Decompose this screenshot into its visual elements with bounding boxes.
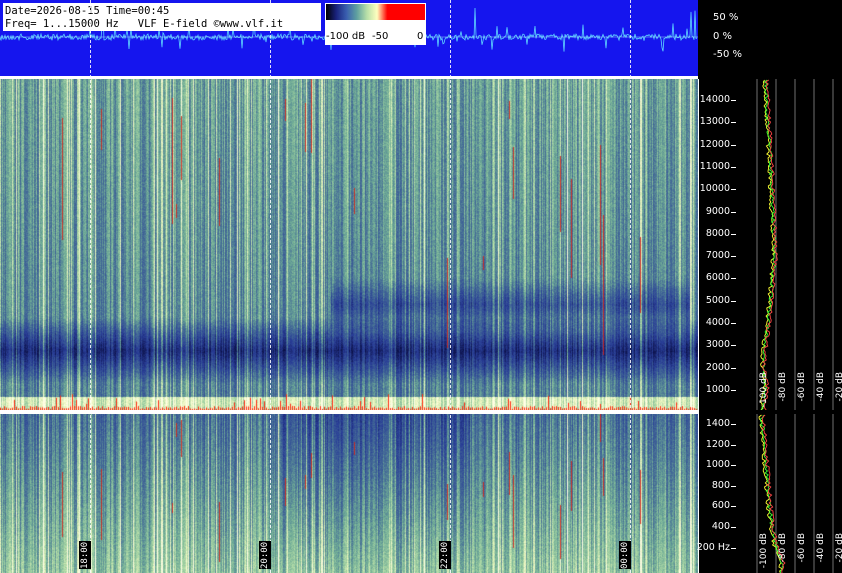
- freq-tick-upper-1: [731, 122, 736, 124]
- freq-tick-lower-0: [731, 424, 736, 425]
- freq-label-lower-3: 800: [711, 479, 730, 491]
- freq-label-upper-9: 5000: [705, 294, 730, 306]
- db-label-db_axis_lower-0: -100 dB: [759, 533, 769, 569]
- freq-label-lower-4: 600: [711, 500, 730, 512]
- db-label-db_axis_lower-1: -80 dB: [778, 533, 788, 563]
- freq-label-lower-2: 1000: [705, 459, 730, 471]
- time-label-1800: 18:00: [79, 541, 91, 569]
- freq-tick-upper-6: [731, 233, 736, 235]
- info-box: Date=2026-08-15 Time=00:45 Freq= 1...150…: [3, 3, 321, 31]
- time-gridline-1: [270, 0, 271, 573]
- db-label-db_axis_lower-3: -40 dB: [816, 533, 826, 563]
- time-gridline-3: [630, 0, 631, 573]
- date-time-label: Date=2026-08-15 Time=00:45: [5, 5, 170, 17]
- freq-label-upper-3: 11000: [699, 160, 730, 172]
- freq-label-upper-1: 13000: [699, 116, 730, 128]
- freq-label-upper-13: 1000: [705, 383, 730, 395]
- db-label-db_axis_upper-3: -40 dB: [816, 372, 826, 402]
- spectrum-profile-line-2: [762, 79, 778, 410]
- freq-tick-lower-5: [731, 527, 736, 528]
- spectrogram-lower-canvas: [0, 414, 698, 573]
- color-scale-legend: -100 dB -50 0: [325, 3, 426, 45]
- freq-tick-lower-2: [731, 465, 736, 467]
- freq-tick-lower-3: [731, 485, 736, 487]
- color-scale-bar: [326, 4, 425, 20]
- freq-label-upper-7: 7000: [705, 250, 730, 262]
- freq-label-upper-11: 3000: [705, 339, 730, 351]
- freq-tick-upper-9: [731, 300, 736, 302]
- time-gridline-2: [450, 0, 451, 573]
- db-label-db_axis_upper-4: -20 dB: [835, 372, 842, 402]
- freq-tick-upper-2: [731, 144, 736, 146]
- db-label-db_axis_lower-4: -20 dB: [835, 533, 842, 563]
- spectrogram-upper-canvas: [0, 79, 698, 410]
- db-label-db_axis_lower-2: -60 dB: [797, 533, 807, 563]
- time-label-0000: 00:00: [619, 541, 631, 569]
- waveform-axis-label-bottom: -50 %: [713, 49, 743, 60]
- freq-tick-upper-12: [731, 367, 736, 369]
- db-label-db_axis_upper-2: -60 dB: [797, 372, 807, 402]
- freq-tick-upper-10: [731, 323, 736, 324]
- freq-label-upper-6: 8000: [705, 227, 730, 239]
- scale-tick-mid: -50: [372, 31, 389, 42]
- freq-tick-upper-0: [731, 100, 736, 101]
- waveform-axis-label-mid: 0 %: [713, 31, 733, 42]
- scale-tick-max: 0: [417, 31, 424, 42]
- freq-tick-upper-11: [731, 345, 736, 347]
- time-label-2000: 20:00: [259, 541, 271, 569]
- spectrum-profile-upper-plot: [756, 79, 834, 410]
- freq-label-upper-12: 2000: [705, 361, 730, 373]
- freq-label-upper-5: 9000: [705, 205, 730, 217]
- spectrum-profile-upper: [755, 79, 842, 410]
- db-label-db_axis_upper-1: -80 dB: [778, 372, 788, 402]
- freq-tick-upper-5: [731, 211, 736, 213]
- freq-label-lower-6: 200 Hz: [696, 541, 730, 553]
- freq-label-upper-0: 14000: [699, 94, 730, 105]
- freq-tick-upper-4: [731, 189, 736, 191]
- freq-tick-lower-1: [731, 444, 736, 446]
- frequency-range-label: Freq= 1...15000 Hz VLF E-field ©www.vlf.…: [5, 18, 284, 30]
- waveform-axis-label-top: 50 %: [713, 12, 739, 23]
- freq-label-lower-0: 1400: [705, 418, 730, 429]
- freq-tick-lower-4: [731, 506, 736, 508]
- freq-tick-lower-6: [731, 547, 736, 549]
- freq-label-lower-1: 1200: [705, 438, 730, 450]
- freq-label-upper-4: 10000: [699, 183, 730, 195]
- freq-tick-upper-13: [731, 389, 736, 391]
- freq-tick-upper-8: [731, 278, 736, 280]
- freq-label-upper-10: 4000: [705, 317, 730, 328]
- scale-tick-min: -100 dB: [326, 31, 366, 42]
- freq-label-upper-8: 6000: [705, 272, 730, 284]
- spectrogram-upper: [0, 79, 698, 410]
- time-label-2200: 22:00: [439, 541, 451, 569]
- freq-label-lower-5: 400: [711, 521, 730, 532]
- db-label-db_axis_upper-0: -100 dB: [759, 372, 769, 408]
- spectrogram-lower: [0, 414, 698, 573]
- freq-label-upper-2: 12000: [699, 138, 730, 150]
- frequency-axis-line: [698, 79, 699, 573]
- time-gridline-0: [90, 0, 91, 573]
- spectrum-profile-line-0: [760, 79, 776, 410]
- freq-tick-upper-7: [731, 256, 736, 258]
- freq-tick-upper-3: [731, 166, 736, 168]
